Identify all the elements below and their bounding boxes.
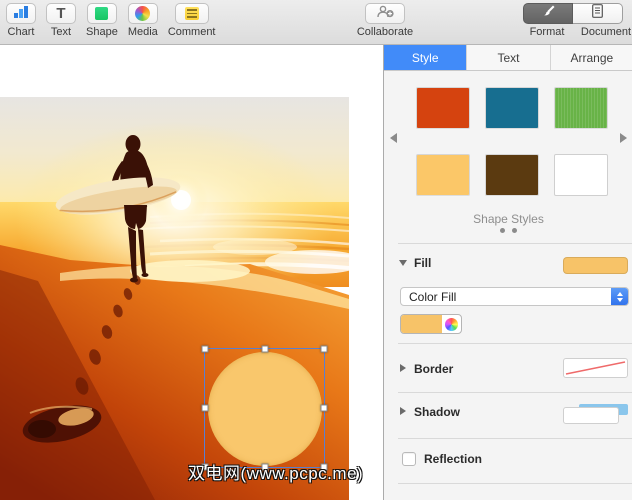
tab-style[interactable]: Style — [384, 45, 467, 70]
shape-icon — [95, 7, 108, 20]
swatch-page-left-arrow-icon[interactable] — [390, 133, 397, 143]
shadow-disclosure-triangle-icon[interactable] — [400, 407, 406, 415]
format-paintbrush-icon — [541, 4, 556, 23]
divider — [398, 243, 632, 244]
shape-style-swatch-brown[interactable] — [486, 155, 538, 195]
reflection-checkbox[interactable] — [402, 452, 416, 466]
fill-disclosure-triangle-icon[interactable] — [399, 260, 407, 266]
format-button-label: Format — [517, 26, 577, 38]
shadow-section-label: Shadow — [414, 405, 460, 419]
shape-button[interactable]: Shape — [86, 3, 118, 38]
document-icon — [592, 4, 603, 23]
chart-button-label: Chart — [8, 26, 35, 38]
document-button[interactable] — [573, 3, 623, 24]
bar-chart-icon — [13, 5, 29, 23]
border-none-preview[interactable] — [563, 358, 628, 378]
watermark-text: 双电网(www.pcpc.me) — [188, 459, 363, 484]
format-button[interactable] — [523, 3, 573, 24]
pages-app-window: { "toolbar": { "buttons": [ { "label": "… — [0, 0, 632, 500]
shadow-preview[interactable] — [563, 404, 628, 424]
toolbar-insert-group: Chart T Text Shape Media Comment — [6, 3, 216, 38]
selection-handle-top-right[interactable] — [321, 346, 328, 353]
reflection-label: Reflection — [424, 452, 482, 466]
shadow-preview-card — [563, 407, 619, 424]
collaborate-icon — [376, 5, 395, 23]
no-border-line-icon — [566, 362, 625, 374]
shape-style-swatch-gold[interactable] — [417, 155, 469, 195]
fill-color-well[interactable] — [400, 314, 462, 334]
document-button-label: Document — [577, 26, 632, 38]
document-canvas[interactable] — [0, 45, 383, 500]
view-segmented-control — [523, 3, 623, 24]
tab-arrange[interactable]: Arrange — [551, 45, 632, 70]
selection-handle-top-center[interactable] — [261, 346, 268, 353]
dropdown-stepper-icon — [611, 287, 628, 306]
shape-style-swatch-green[interactable] — [555, 88, 607, 128]
divider — [398, 392, 632, 393]
comment-icon — [185, 7, 199, 20]
swatch-page-dots — [384, 228, 632, 233]
selection-handle-top-left[interactable] — [202, 346, 209, 353]
shape-button-label: Shape — [86, 26, 118, 38]
color-well-current-color[interactable] — [401, 315, 442, 333]
collaborate-button[interactable]: Collaborate — [349, 3, 421, 38]
page-dot-2[interactable] — [512, 228, 517, 233]
shape-style-swatch-white[interactable] — [555, 155, 607, 195]
toolbar: Chart T Text Shape Media Comment — [0, 0, 632, 45]
color-wheel-button[interactable] — [442, 315, 461, 333]
shape-styles-label: Shape Styles — [384, 212, 632, 226]
shape-style-swatch-blue[interactable] — [486, 88, 538, 128]
media-button[interactable]: Media — [128, 3, 158, 38]
color-wheel-icon — [445, 318, 458, 331]
media-button-label: Media — [128, 26, 158, 38]
text-icon: T — [56, 6, 65, 21]
divider — [398, 343, 632, 344]
selection-handle-middle-left[interactable] — [202, 405, 209, 412]
toolbar-collaborate-group: Collaborate — [349, 3, 421, 38]
border-disclosure-triangle-icon[interactable] — [400, 364, 406, 372]
comment-button[interactable]: Comment — [168, 3, 216, 38]
swatch-page-right-arrow-icon[interactable] — [620, 133, 627, 143]
fill-color-swatch[interactable] — [563, 257, 628, 274]
page-dot-1[interactable] — [500, 228, 505, 233]
divider — [398, 483, 632, 484]
collaborate-button-label: Collaborate — [357, 26, 413, 38]
fill-section-label: Fill — [414, 256, 431, 270]
text-button-label: Text — [51, 26, 71, 38]
shape-selection-box — [204, 348, 325, 468]
view-segmented-labels: Format Document — [517, 26, 632, 38]
fill-type-value: Color Fill — [401, 290, 611, 304]
selection-handle-middle-right[interactable] — [321, 405, 328, 412]
text-button[interactable]: T Text — [46, 3, 76, 38]
inspector-tab-bar: Style Text Arrange — [384, 45, 632, 71]
comment-button-label: Comment — [168, 26, 216, 38]
media-icon — [135, 6, 150, 21]
chart-button[interactable]: Chart — [6, 3, 36, 38]
format-inspector-panel: Style Text Arrange Shape Styles Fill Col… — [383, 45, 632, 500]
border-section-label: Border — [414, 362, 453, 376]
tab-text[interactable]: Text — [467, 45, 550, 70]
divider — [398, 438, 632, 439]
fill-type-dropdown[interactable]: Color Fill — [400, 287, 629, 306]
shape-style-swatch-red[interactable] — [417, 88, 469, 128]
